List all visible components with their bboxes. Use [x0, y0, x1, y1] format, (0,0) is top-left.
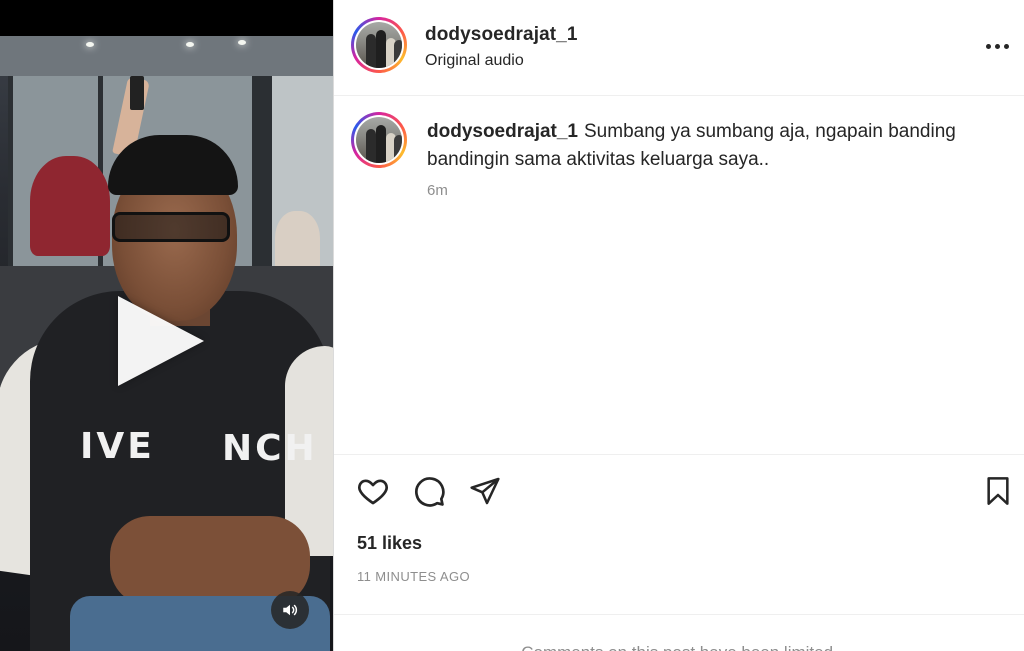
paper-plane-icon [470, 477, 500, 505]
likes-count[interactable]: 51 likes [357, 533, 422, 554]
caption-username[interactable]: dodysoedrajat_1 [427, 121, 578, 142]
author-username[interactable]: dodysoedrajat_1 [425, 24, 578, 46]
author-avatar[interactable] [351, 17, 407, 73]
post-header: dodysoedrajat_1 Original audio [334, 0, 1024, 96]
video-scene-light [86, 42, 94, 47]
speaker-icon [283, 604, 298, 616]
video-scene-bystander [275, 211, 320, 271]
video-player[interactable]: IVE NCH [0, 0, 333, 651]
bookmark-icon [987, 477, 1009, 505]
video-scene-phone [130, 76, 144, 110]
video-scene-bystander [30, 156, 110, 256]
mute-button[interactable] [271, 591, 309, 629]
post-side-panel: dodysoedrajat_1 Original audio dodysoedr… [333, 0, 1024, 651]
like-button[interactable] [355, 473, 391, 509]
post-actions: 51 likes 11 MINUTES AGO [334, 454, 1024, 614]
post-caption: dodysoedrajat_1 Sumbang ya sumbang aja, n… [427, 118, 987, 174]
video-scene-light [238, 40, 246, 45]
comments-limited-text: Comments on this post have been limited. [334, 643, 1024, 651]
jacket-print-left: IVE [80, 426, 155, 467]
more-options-icon [994, 43, 1000, 49]
more-options-button[interactable] [982, 34, 1012, 58]
video-scene-light [186, 42, 194, 47]
heart-icon [358, 479, 388, 505]
save-button[interactable] [980, 473, 1016, 509]
share-button[interactable] [467, 473, 503, 509]
video-scene-mullion [8, 76, 13, 276]
video-scene-mullion [252, 76, 272, 276]
more-options-icon [985, 43, 991, 49]
comment-button[interactable] [411, 473, 447, 509]
video-scene-ceiling [0, 36, 333, 76]
comment-bubble-icon [415, 477, 445, 507]
post-timestamp[interactable]: 11 MINUTES AGO [357, 569, 470, 584]
comments-limited-notice: Comments on this post have been limited. [334, 614, 1024, 651]
play-icon[interactable] [118, 296, 204, 386]
video-scene-glasses [112, 212, 230, 242]
audio-label[interactable]: Original audio [425, 52, 524, 70]
caption-avatar[interactable] [351, 112, 407, 168]
more-options-icon [1003, 43, 1009, 49]
caption-age[interactable]: 6m [427, 182, 448, 199]
jacket-print-right: NCH [222, 428, 318, 469]
